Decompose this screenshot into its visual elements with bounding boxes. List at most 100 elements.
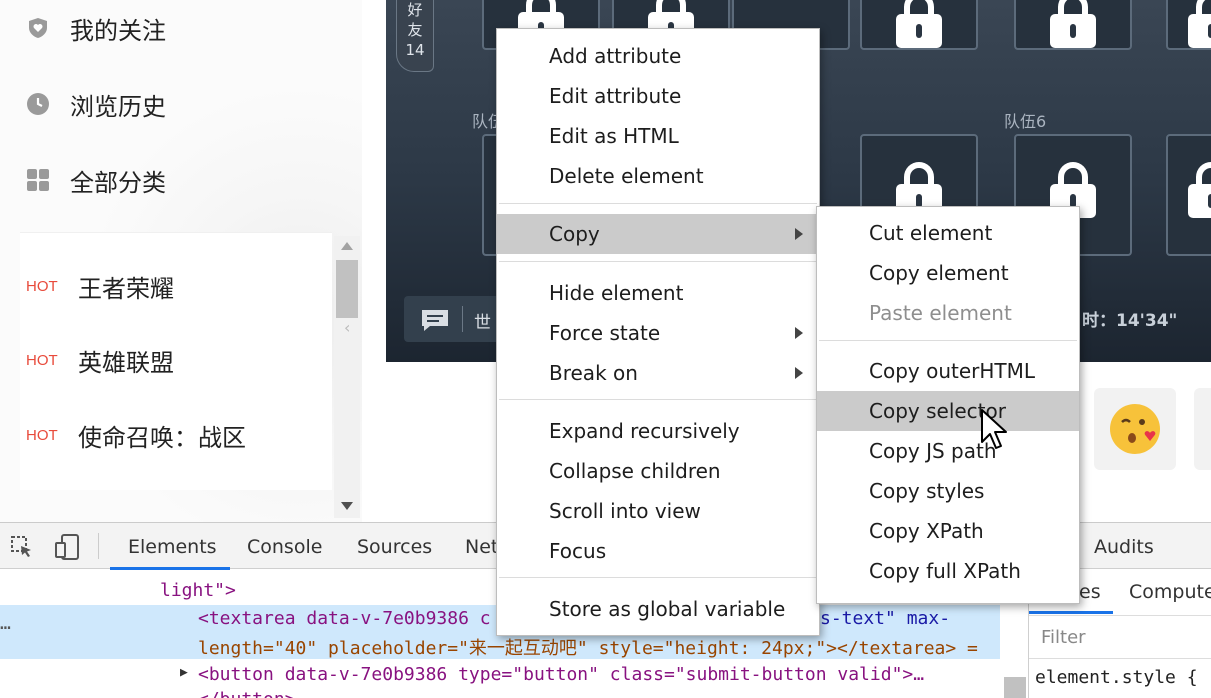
team-label: 队伍6 (1004, 112, 1047, 131)
lock-icon (1188, 0, 1211, 48)
hot-title: 英雄联盟 (78, 348, 174, 377)
emoji-card[interactable] (1194, 388, 1211, 470)
scroll-thumb[interactable] (336, 260, 358, 318)
menu-item-force-state[interactable]: Force state (497, 313, 819, 353)
menu-item-break-on[interactable]: Break on (497, 353, 819, 393)
code-scrollbar-thumb[interactable] (1004, 677, 1026, 698)
hot-item[interactable]: HOT 王者荣耀 (26, 266, 174, 306)
code-text: </button> (198, 689, 296, 698)
nav-label: 我的关注 (70, 16, 166, 45)
dom-line[interactable]: </button> (198, 689, 296, 698)
menu-item-scroll-into-view[interactable]: Scroll into view (497, 491, 819, 531)
menu-item-hide-element[interactable]: Hide element (497, 273, 819, 313)
grid-icon (27, 169, 49, 191)
menu-item-label: Copy JS path (869, 439, 997, 463)
tab-computed[interactable]: Compute (1129, 581, 1211, 603)
dom-line[interactable]: length="40" placeholder="来一起互动吧" style="… (198, 634, 978, 660)
menu-item-collapse-children[interactable]: Collapse children (497, 451, 819, 491)
chat-bubble-icon (422, 310, 448, 331)
menu-item-label: Add attribute (549, 44, 682, 68)
menu-item-expand-recursively[interactable]: Expand recursively (497, 411, 819, 451)
chat-channel-label: 世 (474, 313, 491, 333)
menu-item-edit-attribute[interactable]: Edit attribute (497, 76, 819, 116)
menu-item-copy-full-xpath[interactable]: Copy full XPath (817, 551, 1079, 591)
menu-item-label: Break on (549, 361, 638, 385)
menu-separator (499, 577, 817, 578)
menu-item-label: Collapse children (549, 459, 721, 483)
dom-line[interactable]: <button data-v-7e0b9386 type="button" cl… (198, 664, 924, 685)
menu-item-label: Force state (549, 321, 661, 345)
menu-item-label: Copy outerHTML (869, 359, 1036, 383)
code-text: light"> (160, 580, 236, 601)
menu-separator (499, 261, 817, 262)
menu-item-copy-selector[interactable]: Copy selector (817, 391, 1079, 431)
mouse-pointer-icon (981, 409, 1007, 449)
menu-item-add-attribute[interactable]: Add attribute (497, 36, 819, 76)
styles-filter-input[interactable]: Filter (1041, 627, 1086, 648)
collapse-chevron-icon[interactable]: ‹ (344, 318, 350, 337)
tab-console[interactable]: Console (247, 536, 322, 558)
menu-item-cut-element[interactable]: Cut element (817, 213, 1079, 253)
clock-icon (27, 93, 49, 115)
active-tab-indicator (110, 567, 230, 570)
menu-item-edit-as-html[interactable]: Edit as HTML (497, 116, 819, 156)
tab-audits[interactable]: Audits (1094, 536, 1154, 558)
device-toolbar-icon[interactable] (54, 533, 80, 561)
expand-triangle-icon[interactable]: ▶ (180, 665, 188, 680)
team-slot[interactable] (1166, 0, 1211, 50)
lock-icon (1050, 0, 1096, 48)
nav-item-follow[interactable]: 我的关注 (26, 8, 166, 48)
menu-item-copy-styles[interactable]: Copy styles (817, 471, 1079, 511)
scroll-up-arrow-icon[interactable] (341, 242, 353, 250)
menu-item-paste-element[interactable]: Paste element (817, 293, 1079, 333)
menu-item-copy[interactable]: Copy (497, 214, 819, 254)
menu-item-delete-element[interactable]: Delete element (497, 156, 819, 196)
divider (98, 533, 99, 559)
context-menu: Add attribute Edit attribute Edit as HTM… (496, 28, 820, 636)
menu-item-label: Scroll into view (549, 499, 701, 523)
dom-line[interactable]: <textarea data-v-7e0b9386 c (198, 608, 491, 629)
hot-item[interactable]: HOT 英雄联盟 (26, 340, 174, 380)
nav-label: 全部分类 (70, 168, 166, 197)
friends-tab[interactable]: 好 友 14 (396, 0, 434, 72)
node-options-ellipsis[interactable]: … (0, 613, 11, 634)
menu-item-copy-outerhtml[interactable]: Copy outerHTML (817, 351, 1079, 391)
nav-item-history[interactable]: 浏览历史 (26, 84, 166, 124)
tab-elements[interactable]: Elements (128, 536, 217, 558)
copy-submenu: Cut element Copy element Paste element C… (816, 206, 1080, 604)
sidebar-scrollbar[interactable]: ‹ (334, 236, 360, 518)
hot-title: 王者荣耀 (78, 274, 174, 303)
code-text: length="40" placeholder="来一起互动吧" style="… (198, 638, 978, 659)
menu-item-label: Copy (549, 222, 600, 246)
team-slot[interactable] (1014, 0, 1132, 50)
submenu-arrow-icon (795, 327, 803, 339)
menu-item-label: Focus (549, 539, 607, 563)
menu-item-label: Hide element (549, 281, 684, 305)
menu-item-label: Copy XPath (869, 519, 984, 543)
nav-item-categories[interactable]: 全部分类 (26, 160, 166, 200)
menu-item-label: Expand recursively (549, 419, 740, 443)
menu-item-copy-xpath[interactable]: Copy XPath (817, 511, 1079, 551)
hot-item[interactable]: HOT 使命召唤：战区 (26, 415, 246, 455)
hot-badge: HOT (26, 426, 58, 444)
emoji-card[interactable] (1094, 388, 1176, 470)
menu-item-copy-js-path[interactable]: Copy JS path (817, 431, 1079, 471)
tab-network[interactable]: Net (465, 536, 498, 558)
dom-line[interactable]: light"> (160, 580, 236, 601)
divider (462, 306, 463, 332)
hot-badge: HOT (26, 351, 58, 369)
scroll-down-arrow-icon[interactable] (341, 502, 353, 510)
menu-item-store-as-global[interactable]: Store as global variable (497, 589, 819, 629)
hot-badge: HOT (26, 277, 58, 295)
menu-item-copy-element[interactable]: Copy element (817, 253, 1079, 293)
element-style-rule[interactable]: element.style { (1035, 667, 1198, 688)
menu-item-label: Copy full XPath (869, 559, 1021, 583)
team-slot[interactable] (1166, 134, 1211, 256)
tab-sources[interactable]: Sources (357, 536, 432, 558)
team-slot[interactable] (860, 0, 978, 50)
friends-count: 14 (405, 41, 425, 59)
kiss-emoji-icon (1110, 404, 1160, 454)
inspect-cursor-icon[interactable] (10, 535, 34, 559)
menu-item-focus[interactable]: Focus (497, 531, 819, 571)
dom-line[interactable]: s-text" max- (820, 608, 950, 629)
